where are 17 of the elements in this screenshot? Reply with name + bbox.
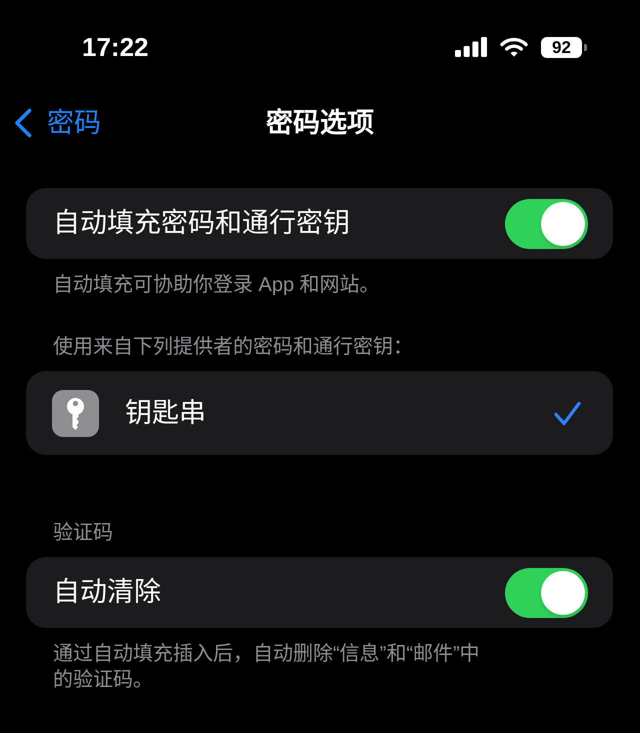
wifi-icon [500, 37, 528, 57]
section-header: 验证码 [53, 521, 113, 546]
section-header: 使用来自下列提供者的密码和通行密钥： [53, 335, 413, 360]
back-button[interactable]: 密码 [14, 108, 101, 138]
setting-label: 自动清除 [53, 579, 161, 606]
toggle-switch[interactable] [505, 198, 588, 248]
section-footer: 通过自动填充插入后，自动删除“信息”和“邮件”中的验证码。 [53, 641, 485, 693]
nav-title: 密码选项 [266, 110, 374, 136]
signal-icon [455, 37, 487, 57]
toggle-switch[interactable] [505, 568, 588, 618]
setting-label: 自动填充密码和通行密钥 [53, 210, 350, 237]
battery-indicator: 92 [541, 36, 587, 58]
section-footer: 自动填充可协助你登录 App 和网站。 [53, 272, 485, 298]
key-icon [52, 390, 99, 436]
chevron-left-icon [14, 108, 32, 138]
provider-label[interactable]: 钥匙串 [125, 400, 554, 426]
status-time: 17:22 [82, 34, 148, 60]
